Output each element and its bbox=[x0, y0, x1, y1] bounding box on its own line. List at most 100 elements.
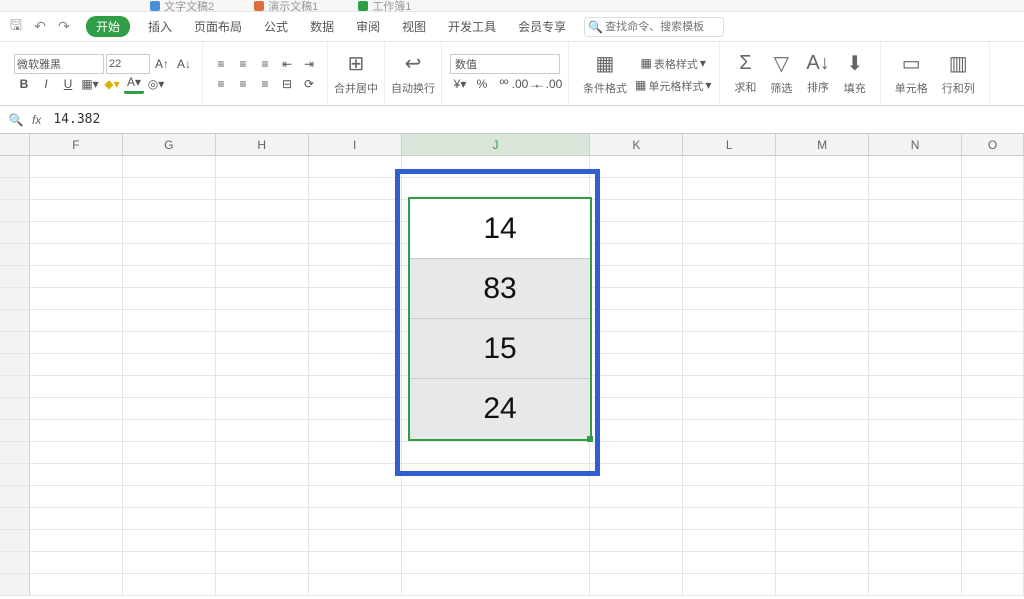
row-header[interactable] bbox=[0, 266, 30, 288]
cell[interactable] bbox=[869, 530, 962, 552]
row-header[interactable] bbox=[0, 178, 30, 200]
cell[interactable] bbox=[590, 288, 683, 310]
cell[interactable] bbox=[30, 244, 123, 266]
cell[interactable] bbox=[309, 420, 402, 442]
cell[interactable] bbox=[590, 442, 683, 464]
selected-cell[interactable]: 14 bbox=[410, 199, 590, 259]
cell[interactable] bbox=[869, 442, 962, 464]
tab-page-layout[interactable]: 页面布局 bbox=[184, 14, 252, 39]
tab-ppt[interactable]: 演示文稿1 bbox=[254, 0, 318, 14]
cell[interactable] bbox=[216, 156, 309, 178]
fill-color-button[interactable]: ◆▾ bbox=[102, 74, 122, 94]
number-format-select[interactable] bbox=[450, 54, 560, 74]
tab-view[interactable]: 视图 bbox=[392, 14, 436, 39]
cell[interactable] bbox=[683, 574, 776, 596]
row-header[interactable] bbox=[0, 332, 30, 354]
col-header[interactable]: F bbox=[30, 134, 123, 155]
cell[interactable] bbox=[776, 530, 869, 552]
cell[interactable] bbox=[869, 486, 962, 508]
selected-cell[interactable]: 83 bbox=[410, 259, 590, 319]
cell[interactable] bbox=[30, 178, 123, 200]
cell[interactable] bbox=[869, 574, 962, 596]
cell[interactable] bbox=[216, 398, 309, 420]
cell[interactable] bbox=[869, 332, 962, 354]
cell[interactable] bbox=[869, 508, 962, 530]
cell[interactable] bbox=[590, 178, 683, 200]
cell[interactable] bbox=[123, 530, 216, 552]
cell[interactable] bbox=[402, 156, 591, 178]
cell[interactable] bbox=[962, 156, 1024, 178]
cell[interactable] bbox=[590, 508, 683, 530]
underline-button[interactable]: U bbox=[58, 74, 78, 94]
col-header-active[interactable]: J bbox=[402, 134, 591, 155]
cell[interactable] bbox=[962, 508, 1024, 530]
cell[interactable] bbox=[402, 464, 591, 486]
cell[interactable] bbox=[869, 420, 962, 442]
cell[interactable] bbox=[30, 288, 123, 310]
row-header[interactable] bbox=[0, 156, 30, 178]
align-left-icon[interactable]: ≡ bbox=[211, 74, 231, 94]
row-header[interactable] bbox=[0, 552, 30, 574]
fill-button[interactable]: ⬇填充 bbox=[838, 51, 872, 96]
cell[interactable] bbox=[309, 376, 402, 398]
cell[interactable] bbox=[776, 310, 869, 332]
cell[interactable] bbox=[683, 288, 776, 310]
cell[interactable] bbox=[216, 420, 309, 442]
orientation-icon[interactable]: ⟳ bbox=[299, 74, 319, 94]
cell[interactable] bbox=[683, 398, 776, 420]
cell[interactable] bbox=[962, 332, 1024, 354]
cell[interactable] bbox=[309, 332, 402, 354]
dec-decimal-icon[interactable]: ←.00 bbox=[538, 74, 558, 94]
row-header[interactable] bbox=[0, 420, 30, 442]
cell[interactable] bbox=[590, 376, 683, 398]
tab-devtools[interactable]: 开发工具 bbox=[438, 14, 506, 39]
row-header[interactable] bbox=[0, 442, 30, 464]
col-header[interactable]: N bbox=[869, 134, 962, 155]
cell[interactable] bbox=[216, 442, 309, 464]
cell[interactable] bbox=[123, 420, 216, 442]
cell[interactable] bbox=[683, 178, 776, 200]
fx-icon[interactable]: fx bbox=[32, 113, 41, 127]
save-icon[interactable]: 🖫 bbox=[6, 18, 26, 36]
cell[interactable] bbox=[590, 354, 683, 376]
cell[interactable] bbox=[216, 222, 309, 244]
cell[interactable] bbox=[683, 332, 776, 354]
cell[interactable] bbox=[402, 178, 591, 200]
row-header[interactable] bbox=[0, 310, 30, 332]
cell[interactable] bbox=[683, 266, 776, 288]
sum-button[interactable]: Σ求和 bbox=[728, 52, 762, 95]
cell[interactable] bbox=[123, 552, 216, 574]
cell[interactable] bbox=[869, 310, 962, 332]
cell[interactable] bbox=[683, 200, 776, 222]
cell[interactable] bbox=[216, 486, 309, 508]
cell[interactable] bbox=[683, 508, 776, 530]
cell[interactable] bbox=[590, 332, 683, 354]
cell[interactable] bbox=[869, 156, 962, 178]
cell[interactable] bbox=[30, 156, 123, 178]
cell[interactable] bbox=[962, 552, 1024, 574]
redo-icon[interactable]: ↷ bbox=[54, 18, 74, 36]
cell[interactable] bbox=[962, 442, 1024, 464]
row-header[interactable] bbox=[0, 244, 30, 266]
cell[interactable] bbox=[869, 552, 962, 574]
cell[interactable] bbox=[776, 332, 869, 354]
cell[interactable] bbox=[590, 398, 683, 420]
table-style-button[interactable]: ▦ 表格样式▾ bbox=[635, 53, 711, 73]
col-header[interactable]: G bbox=[123, 134, 216, 155]
row-header[interactable] bbox=[0, 376, 30, 398]
cell[interactable] bbox=[962, 486, 1024, 508]
cell[interactable] bbox=[869, 266, 962, 288]
col-header[interactable]: M bbox=[776, 134, 869, 155]
cell[interactable] bbox=[216, 376, 309, 398]
col-header[interactable]: O bbox=[962, 134, 1024, 155]
search-input[interactable] bbox=[584, 17, 724, 37]
cell[interactable] bbox=[590, 266, 683, 288]
row-header[interactable] bbox=[0, 222, 30, 244]
cell[interactable] bbox=[123, 222, 216, 244]
row-header[interactable] bbox=[0, 398, 30, 420]
cell[interactable] bbox=[683, 310, 776, 332]
cell[interactable] bbox=[962, 420, 1024, 442]
cell[interactable] bbox=[962, 200, 1024, 222]
clear-format-button[interactable]: ◎▾ bbox=[146, 74, 166, 94]
cell[interactable] bbox=[30, 552, 123, 574]
